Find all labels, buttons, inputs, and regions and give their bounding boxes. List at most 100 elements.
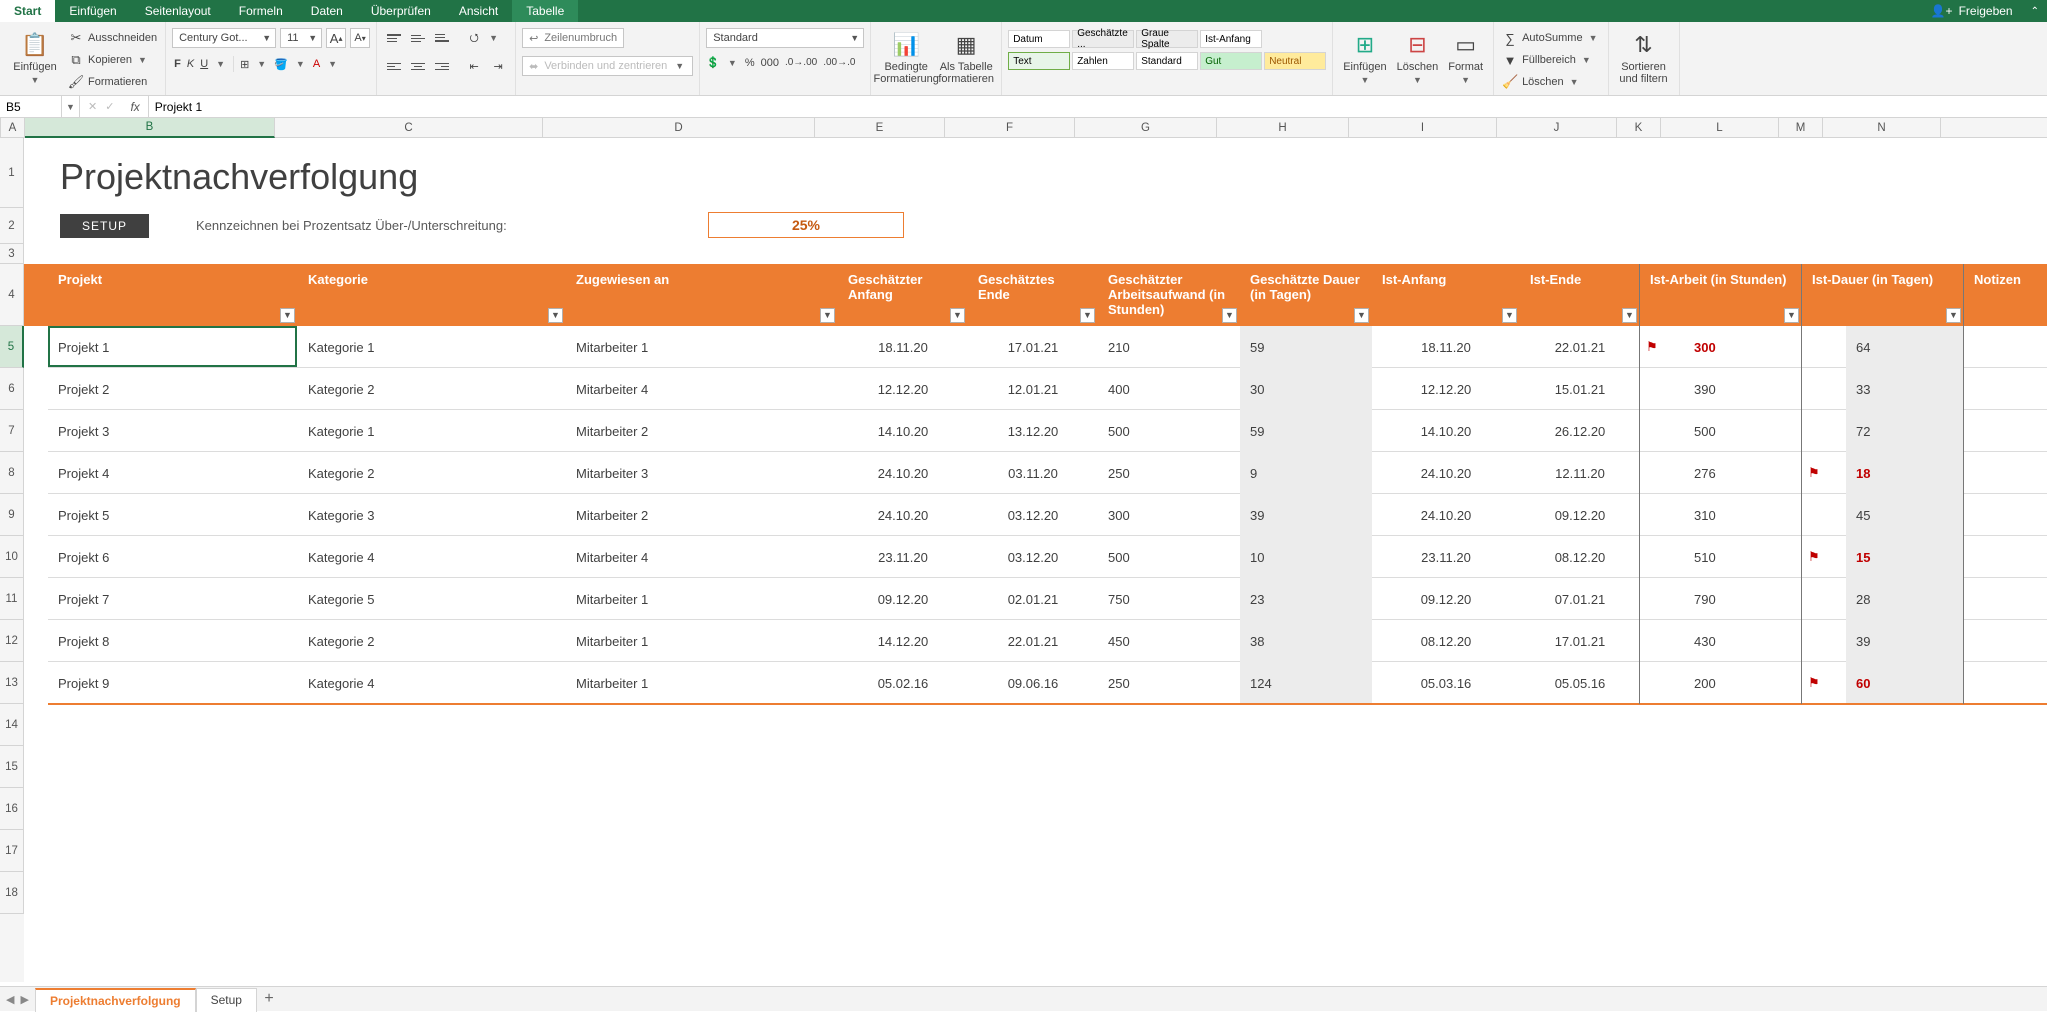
filter-icon[interactable]: ▼ [1080, 308, 1095, 323]
table-cell[interactable]: 500 [1098, 410, 1240, 452]
insert-cells-button[interactable]: ⊞Einfügen▼ [1339, 29, 1390, 87]
cell-style[interactable]: Ist-Anfang [1200, 30, 1262, 48]
table-cell[interactable]: Mitarbeiter 1 [566, 326, 838, 368]
row-header[interactable]: 14 [0, 704, 24, 746]
filter-icon[interactable]: ▼ [1354, 308, 1369, 323]
filter-icon[interactable]: ▼ [548, 308, 563, 323]
row-header[interactable]: 2 [0, 208, 24, 244]
row-header[interactable]: 17 [0, 830, 24, 872]
table-cell[interactable]: 23 [1240, 578, 1372, 620]
table-cell[interactable]: 26.12.20 [1520, 410, 1640, 452]
row-header[interactable]: 3 [0, 244, 24, 264]
cell-style[interactable]: Graue Spalte [1136, 30, 1198, 48]
table-cell[interactable]: 28 [1846, 578, 1964, 620]
table-cell[interactable]: 500 [1098, 536, 1240, 578]
table-cell[interactable]: Projekt 9 [48, 662, 298, 704]
paste-button[interactable]: 📋 Einfügen ▼ [6, 25, 64, 91]
format-cells-button[interactable]: ▭Format▼ [1444, 29, 1487, 87]
table-header[interactable]: Projekt▼ [48, 264, 298, 326]
table-cell[interactable]: 430 [1684, 620, 1802, 662]
table-cell[interactable]: Mitarbeiter 4 [566, 536, 838, 578]
comma-button[interactable]: 000 [761, 57, 779, 69]
align-center-button[interactable] [407, 56, 429, 76]
table-cell[interactable]: Kategorie 4 [298, 536, 566, 578]
align-bottom-button[interactable] [431, 28, 453, 48]
fx-icon[interactable]: fx [122, 96, 148, 117]
ribbon-tab-seitenlayout[interactable]: Seitenlayout [131, 0, 225, 22]
table-cell[interactable]: 14.10.20 [838, 410, 968, 452]
column-header[interactable]: C [275, 118, 543, 138]
filter-icon[interactable]: ▼ [1502, 308, 1517, 323]
table-cell[interactable]: 15 [1846, 536, 1964, 578]
row-header[interactable]: 11 [0, 578, 24, 620]
underline-button[interactable]: U [200, 58, 208, 70]
table-cell[interactable]: 18 [1846, 452, 1964, 494]
row-header[interactable]: 10 [0, 536, 24, 578]
share-button[interactable]: 👤+ Freigeben [1921, 0, 2023, 22]
column-header[interactable]: N [1823, 118, 1941, 138]
conditional-formatting-button[interactable]: 📊Bedingte Formatierung [877, 25, 935, 91]
format-painter-button[interactable]: 🖌Formatieren [66, 72, 159, 92]
ribbon-tab-überprüfen[interactable]: Überprüfen [357, 0, 445, 22]
column-header[interactable]: M [1779, 118, 1823, 138]
filter-icon[interactable]: ▼ [950, 308, 965, 323]
table-cell[interactable]: 38 [1240, 620, 1372, 662]
chevron-down-icon[interactable]: ▼ [29, 75, 42, 85]
table-cell[interactable]: 03.12.20 [968, 536, 1098, 578]
cell-style[interactable]: Geschätzte ... [1072, 30, 1134, 48]
ribbon-tab-daten[interactable]: Daten [297, 0, 357, 22]
fill-color-button[interactable]: 🪣 [274, 58, 288, 71]
row-header[interactable]: 6 [0, 368, 24, 410]
table-cell[interactable]: 45 [1846, 494, 1964, 536]
table-cell[interactable]: 12.11.20 [1520, 452, 1640, 494]
align-right-button[interactable] [431, 56, 453, 76]
table-header[interactable]: Ist-Ende▼ [1520, 264, 1640, 326]
table-header[interactable]: Geschätzte Dauer (in Tagen)▼ [1240, 264, 1372, 326]
table-cell[interactable]: Mitarbeiter 1 [566, 662, 838, 704]
name-box-dropdown[interactable]: ▼ [62, 96, 80, 117]
table-cell[interactable]: Projekt 2 [48, 368, 298, 410]
table-cell[interactable]: 03.12.20 [968, 494, 1098, 536]
table-cell[interactable]: 08.12.20 [1372, 620, 1520, 662]
column-header[interactable]: D [543, 118, 815, 138]
table-cell[interactable]: Kategorie 1 [298, 410, 566, 452]
table-cell[interactable]: 07.01.21 [1520, 578, 1640, 620]
ribbon-tab-tabelle[interactable]: Tabelle [512, 0, 578, 22]
table-cell[interactable]: 59 [1240, 410, 1372, 452]
sheet-tab[interactable]: Setup [196, 988, 257, 1012]
table-cell[interactable]: 9 [1240, 452, 1372, 494]
row-header[interactable]: 9 [0, 494, 24, 536]
column-header[interactable]: K [1617, 118, 1661, 138]
collapse-ribbon-icon[interactable]: ⌃ [2023, 0, 2047, 22]
fill-button[interactable]: ▼Füllbereich▼ [1500, 50, 1601, 70]
column-header[interactable]: H [1217, 118, 1349, 138]
row-header[interactable]: 1 [0, 138, 24, 208]
table-cell[interactable]: 18.11.20 [1372, 326, 1520, 368]
formula-input[interactable]: Projekt 1 [149, 100, 2047, 114]
cancel-formula-icon[interactable]: ✕ [88, 100, 97, 113]
table-cell[interactable]: 15.01.21 [1520, 368, 1640, 410]
table-cell[interactable]: 250 [1098, 662, 1240, 704]
table-cell[interactable]: Kategorie 3 [298, 494, 566, 536]
ribbon-tab-formeln[interactable]: Formeln [225, 0, 297, 22]
table-cell[interactable]: Kategorie 5 [298, 578, 566, 620]
table-cell[interactable]: 124 [1240, 662, 1372, 704]
table-cell[interactable]: 64 [1846, 326, 1964, 368]
column-header[interactable]: G [1075, 118, 1217, 138]
align-left-button[interactable] [383, 56, 405, 76]
table-cell[interactable]: 14.12.20 [838, 620, 968, 662]
table-cell[interactable]: 22.01.21 [968, 620, 1098, 662]
font-name-select[interactable]: Century Got...▼ [172, 28, 276, 48]
ribbon-tab-start[interactable]: Start [0, 0, 55, 22]
column-header[interactable]: I [1349, 118, 1497, 138]
table-cell[interactable]: 12.12.20 [1372, 368, 1520, 410]
table-cell[interactable]: 05.05.16 [1520, 662, 1640, 704]
table-cell[interactable]: 17.01.21 [1520, 620, 1640, 662]
shrink-font-button[interactable]: A▾ [350, 28, 370, 48]
table-cell[interactable]: 39 [1240, 494, 1372, 536]
cell-style[interactable]: Neutral [1264, 52, 1326, 70]
setup-button[interactable]: SETUP [60, 214, 149, 238]
percent-threshold[interactable]: 25% [708, 212, 904, 238]
table-cell[interactable]: Kategorie 2 [298, 620, 566, 662]
table-cell[interactable]: 18.11.20 [838, 326, 968, 368]
